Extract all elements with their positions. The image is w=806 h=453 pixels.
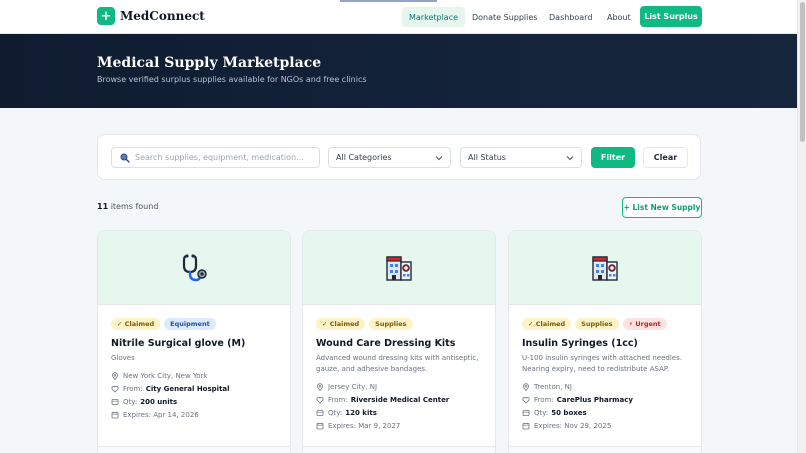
- card-expiry-text: Expires: Nov 29, 2025: [534, 421, 612, 430]
- map-pin-icon: [317, 382, 323, 391]
- clear-button[interactable]: Clear: [643, 147, 688, 168]
- card-donor-name: Riverside Medical Center: [350, 395, 450, 404]
- card-description: Gloves: [111, 354, 135, 362]
- card-description: Advanced wound dressing kits with antise…: [316, 354, 479, 373]
- scrollbar-thumb[interactable]: [800, 2, 805, 142]
- list-new-supply-button[interactable]: + List New Supply: [622, 197, 702, 218]
- nav-link-donate-supplies[interactable]: Donate Supplies: [465, 7, 544, 27]
- claimed-badge: ✓ Claimed: [522, 318, 572, 330]
- card-quantity-label: Qty:: [534, 408, 549, 417]
- hospital-icon: [386, 255, 412, 281]
- card-footer: [98, 446, 290, 453]
- hospital-icon: [592, 255, 618, 281]
- status-select-value: All Status: [468, 153, 506, 162]
- card-title[interactable]: Insulin Syringes (1cc): [522, 338, 688, 349]
- page-subtitle: Browse verified surplus supplies availab…: [97, 75, 367, 84]
- calendar-icon: [316, 422, 324, 429]
- card-description: U-100 insulin syringes with attached nee…: [522, 354, 682, 373]
- card-donor-name: CarePlus Pharmacy: [556, 395, 633, 404]
- card-donor: From: City General Hospital: [111, 382, 277, 395]
- card-location: Trenton, NJ: [522, 380, 688, 393]
- card-quantity-label: Qty:: [123, 397, 138, 406]
- category-badge: Supplies: [575, 318, 619, 330]
- box-icon: [522, 409, 530, 416]
- category-badge: Supplies: [369, 318, 413, 330]
- logo-cross-icon: +: [97, 7, 115, 25]
- results-count: 11 items found: [97, 202, 158, 211]
- claimed-badge: ✓ Claimed: [316, 318, 366, 330]
- urgent-badge: ⚡ Urgent: [622, 318, 667, 330]
- search-input[interactable]: [135, 153, 315, 162]
- claimed-badge: ✓ Claimed: [111, 318, 161, 330]
- card-quantity-value: 50 boxes: [551, 408, 587, 417]
- card-donor-label: From:: [328, 395, 348, 404]
- filter-button[interactable]: Filter: [591, 147, 635, 168]
- list-surplus-button[interactable]: List Surplus: [640, 6, 702, 27]
- card-title[interactable]: Wound Care Dressing Kits: [316, 338, 482, 349]
- heart-icon: [316, 396, 324, 404]
- card-footer: [509, 446, 701, 453]
- status-select[interactable]: All Status: [460, 147, 582, 168]
- card-footer: [303, 446, 495, 453]
- card-donor: From: Riverside Medical Center: [316, 393, 482, 406]
- search-box[interactable]: [111, 147, 320, 168]
- results-count-number: 11: [97, 202, 109, 211]
- search-icon: [120, 153, 130, 163]
- top-nav: + MedConnect Marketplace Donate Supplies…: [0, 0, 797, 34]
- card-quantity: Qty: 200 units: [111, 395, 277, 408]
- chevron-down-icon: [566, 155, 574, 160]
- card-image: [98, 231, 290, 305]
- nav-link-marketplace[interactable]: Marketplace: [402, 7, 466, 27]
- calendar-icon: [522, 422, 530, 429]
- card-location-text: New York City, New York: [123, 371, 208, 380]
- heart-icon: [111, 385, 119, 393]
- card-location-text: Trenton, NJ: [534, 382, 572, 391]
- hero-banner: Medical Supply Marketplace Browse verifi…: [0, 34, 797, 108]
- card-donor: From: CarePlus Pharmacy: [522, 393, 688, 406]
- brand-name: MedConnect: [120, 9, 205, 23]
- map-pin-icon: [112, 371, 118, 380]
- supply-card[interactable]: ✓ Claimed Supplies Wound Care Dressing K…: [302, 230, 496, 453]
- stethoscope-icon: [182, 254, 207, 281]
- card-quantity: Qty: 120 kits: [316, 406, 482, 419]
- card-quantity-value: 200 units: [140, 397, 178, 406]
- card-image: [303, 231, 495, 305]
- card-location: New York City, New York: [111, 369, 277, 382]
- supply-card[interactable]: ✓ Claimed Supplies ⚡ Urgent Insulin Syri…: [508, 230, 702, 453]
- category-select-value: All Categories: [336, 153, 392, 162]
- card-donor-label: From:: [123, 384, 143, 393]
- chevron-down-icon: [435, 155, 443, 160]
- card-donor-name: City General Hospital: [145, 384, 230, 393]
- page-scrollbar[interactable]: [797, 0, 806, 453]
- card-expiry-text: Expires: Apr 14, 2026: [123, 410, 199, 419]
- filter-panel: All Categories All Status Filter Clear: [97, 134, 701, 180]
- category-select[interactable]: All Categories: [328, 147, 451, 168]
- box-icon: [316, 409, 324, 416]
- card-location: Jersey City, NJ: [316, 380, 482, 393]
- card-quantity: Qty: 50 boxes: [522, 406, 688, 419]
- card-quantity-value: 120 kits: [345, 408, 377, 417]
- card-expiry: Expires: Apr 14, 2026: [111, 408, 277, 421]
- card-image: [509, 231, 701, 305]
- calendar-icon: [111, 411, 119, 418]
- heart-icon: [522, 396, 530, 404]
- supply-card[interactable]: ✓ Claimed Equipment Nitrile Surgical glo…: [97, 230, 291, 453]
- nav-link-about[interactable]: About: [600, 7, 638, 27]
- page-title: Medical Supply Marketplace: [97, 55, 322, 71]
- nav-link-dashboard[interactable]: Dashboard: [542, 7, 599, 27]
- card-expiry: Expires: Nov 29, 2025: [522, 419, 688, 432]
- box-icon: [111, 398, 119, 405]
- brand-logo[interactable]: + MedConnect: [97, 7, 205, 25]
- card-quantity-label: Qty:: [328, 408, 343, 417]
- card-donor-label: From:: [534, 395, 554, 404]
- nav-top-accent: [340, 0, 437, 2]
- card-title[interactable]: Nitrile Surgical glove (M): [111, 338, 277, 349]
- category-badge: Equipment: [164, 318, 216, 330]
- results-count-suffix: items found: [110, 202, 159, 211]
- map-pin-icon: [523, 382, 529, 391]
- card-expiry-text: Expires: Mar 9, 2027: [328, 421, 401, 430]
- card-expiry: Expires: Mar 9, 2027: [316, 419, 482, 432]
- card-location-text: Jersey City, NJ: [328, 382, 378, 391]
